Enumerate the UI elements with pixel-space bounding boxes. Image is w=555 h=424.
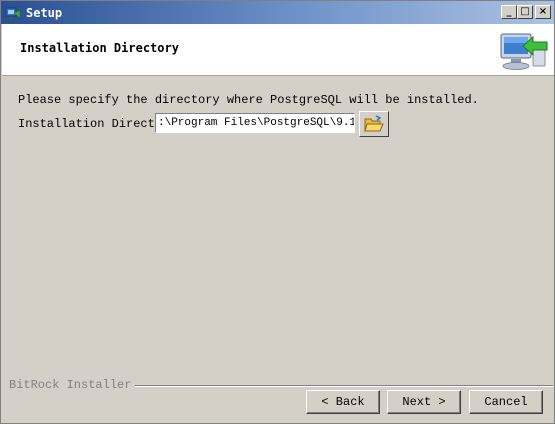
installer-brand-label: BitRock Installer bbox=[9, 378, 136, 392]
folder-open-icon bbox=[364, 115, 384, 132]
install-prompt: Please specify the directory where Postg… bbox=[18, 93, 479, 107]
maximize-button[interactable]: □ bbox=[517, 5, 533, 19]
installation-directory-label: Installation Directory bbox=[18, 117, 177, 131]
next-button[interactable]: Next > bbox=[387, 390, 461, 414]
minimize-button[interactable]: _ bbox=[501, 5, 517, 19]
installation-directory-input[interactable]: :\Program Files\PostgreSQL\9.1AA bbox=[155, 113, 355, 133]
header-panel: Installation Directory bbox=[2, 24, 554, 76]
close-button[interactable]: × bbox=[535, 5, 551, 19]
setup-window: Setup _ □ × Installation Directory Pleas… bbox=[0, 0, 555, 424]
title-bar[interactable]: Setup _ □ × bbox=[1, 1, 554, 24]
browse-folder-button[interactable] bbox=[359, 111, 389, 137]
cancel-button[interactable]: Cancel bbox=[469, 390, 543, 414]
window-controls: _ □ × bbox=[501, 5, 551, 19]
page-title: Installation Directory bbox=[20, 41, 179, 55]
window-title: Setup bbox=[26, 5, 63, 20]
back-button[interactable]: < Back bbox=[306, 390, 380, 414]
setup-app-icon bbox=[5, 7, 21, 19]
footer-divider bbox=[113, 385, 553, 387]
computer-install-icon bbox=[500, 33, 548, 70]
